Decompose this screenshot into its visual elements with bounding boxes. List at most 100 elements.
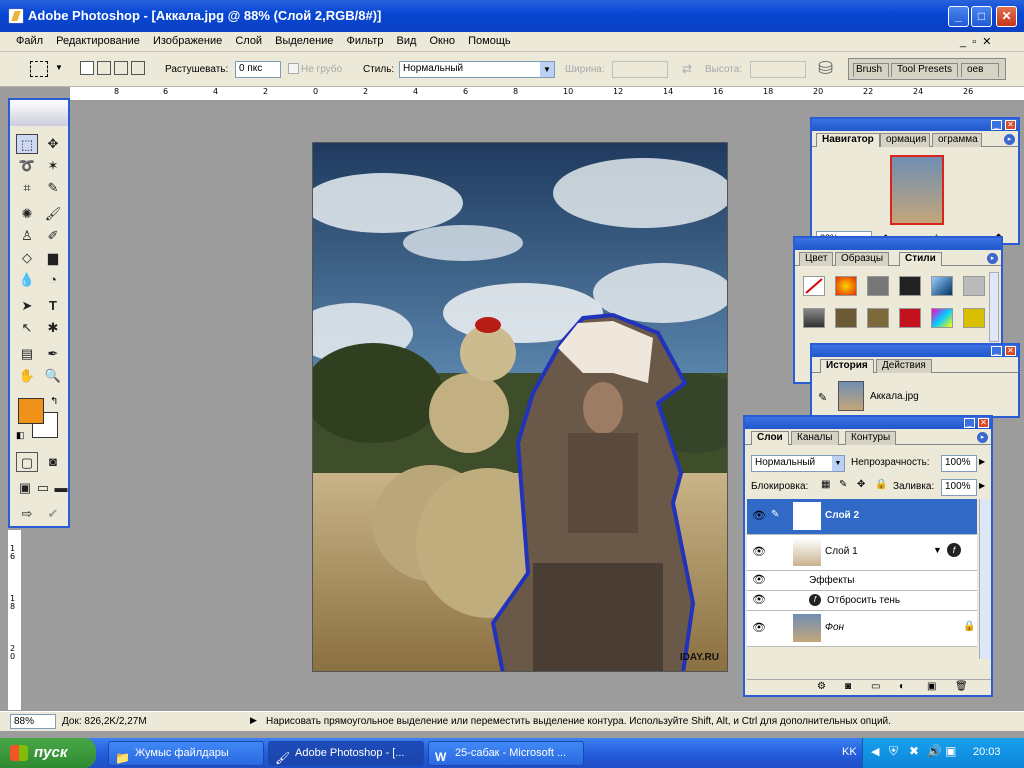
tab-layers[interactable]: Слои xyxy=(751,431,789,445)
custom-shape-tool-icon[interactable]: ✱ xyxy=(42,318,64,338)
tab-history[interactable]: История xyxy=(820,359,874,373)
menu-help[interactable]: Помощь xyxy=(463,32,516,50)
tab-styles[interactable]: Стили xyxy=(899,252,942,266)
lock-position-icon[interactable]: ✥ xyxy=(857,479,865,490)
trash-icon[interactable]: 🗑 xyxy=(955,681,968,692)
panel-menu-icon[interactable]: ▸ xyxy=(977,432,988,443)
new-group-icon[interactable]: ▭ xyxy=(871,681,880,692)
start-button[interactable]: пуск xyxy=(0,738,96,768)
panel-minimize-button[interactable]: _ xyxy=(964,418,975,428)
layers-scrollbar[interactable] xyxy=(979,499,991,659)
close-button[interactable]: ✕ xyxy=(996,6,1017,27)
swap-icon[interactable]: ⇄ xyxy=(682,62,692,76)
eye-icon[interactable]: 👁 xyxy=(751,593,767,609)
tab-info[interactable]: ормация xyxy=(880,133,930,147)
lock-transparency-icon[interactable]: ▦ xyxy=(821,479,830,490)
panel-close-button[interactable]: ✕ xyxy=(1005,346,1016,356)
style-swatch[interactable] xyxy=(835,308,857,328)
style-swatch[interactable] xyxy=(899,276,921,296)
opacity-slider-arrow-icon[interactable]: ▶ xyxy=(979,457,985,466)
style-swatch[interactable] xyxy=(963,308,985,328)
panel-minimize-button[interactable]: _ xyxy=(991,346,1002,356)
type-tool-icon[interactable]: T xyxy=(42,296,64,316)
taskbar-item-folder[interactable]: 📁 Жумыс файлдары xyxy=(108,741,264,766)
chevron-down-icon[interactable]: ▼ xyxy=(55,63,63,72)
doc-window-controls[interactable]: _ ▫ ✕ xyxy=(960,35,991,48)
panel-minimize-button[interactable]: _ xyxy=(991,120,1002,130)
style-swatch[interactable] xyxy=(835,276,857,296)
history-snapshot-name[interactable]: Аккала.jpg xyxy=(870,391,919,402)
adjustment-layer-icon[interactable]: ◐ xyxy=(899,681,905,692)
feather-input[interactable]: 0 пкс xyxy=(235,61,281,78)
screen-mode-full-icon[interactable]: ▬ xyxy=(50,478,72,498)
link-layers-icon[interactable]: ⚙ xyxy=(817,681,826,692)
clone-stamp-tool-icon[interactable]: ♙ xyxy=(16,226,38,246)
style-swatch[interactable] xyxy=(899,308,921,328)
status-zoom-input[interactable]: 88% xyxy=(10,714,56,729)
well-comps-tab[interactable]: оев xyxy=(961,63,999,77)
marquee-tool-preset-icon[interactable] xyxy=(30,61,48,77)
dodge-tool-icon[interactable]: ◔ xyxy=(42,270,64,290)
palette-well-icon[interactable]: ⛁ xyxy=(818,58,833,79)
volume-icon[interactable]: 🔊 xyxy=(927,744,942,758)
style-swatch[interactable] xyxy=(867,308,889,328)
opacity-input[interactable]: 100% xyxy=(941,455,977,472)
swap-colors-icon[interactable]: ↰ xyxy=(50,396,58,407)
language-indicator[interactable]: KK xyxy=(842,746,857,758)
document-canvas[interactable]: IDAY.RU xyxy=(312,142,728,672)
blur-tool-icon[interactable]: 💧 xyxy=(16,270,38,290)
panel-close-button[interactable]: ✕ xyxy=(978,418,989,428)
blend-mode-select[interactable]: Нормальный ▼ xyxy=(751,455,845,472)
jump-to-imageready-icon[interactable]: ⇨ xyxy=(16,504,38,524)
tab-histogram[interactable]: ограмма xyxy=(932,133,982,147)
tab-color[interactable]: Цвет xyxy=(799,252,834,266)
style-none[interactable] xyxy=(803,276,825,296)
default-colors-icon[interactable]: ◧ xyxy=(16,430,25,441)
tab-navigator[interactable]: Навигатор xyxy=(816,133,880,147)
style-swatch[interactable] xyxy=(931,308,953,328)
gradient-tool-icon[interactable]: ▆ xyxy=(42,248,64,268)
eye-icon[interactable]: 👁 xyxy=(751,509,767,525)
eraser-tool-icon[interactable]: ◇ xyxy=(16,248,38,268)
display-icon[interactable]: ▣ xyxy=(945,744,956,758)
style-swatch[interactable] xyxy=(867,276,889,296)
brush-tool-icon[interactable]: 🖌 xyxy=(42,204,64,224)
status-menu-arrow-icon[interactable]: ▶ xyxy=(250,715,257,726)
notes-tool-icon[interactable]: ▤ xyxy=(16,344,38,364)
network-icon[interactable]: ⛨ xyxy=(889,744,898,759)
move-tool-icon[interactable]: ✥ xyxy=(42,134,64,154)
effects-expand-icon[interactable]: ▼ xyxy=(933,545,942,555)
selection-mode-buttons[interactable] xyxy=(80,61,150,79)
clock[interactable]: 20:03 xyxy=(973,746,1001,758)
tab-paths[interactable]: Контуры xyxy=(845,431,897,445)
history-snapshot-thumbnail[interactable] xyxy=(838,381,864,411)
path-selection-tool-icon[interactable]: ➤ xyxy=(16,296,38,316)
layer-drop-shadow-row[interactable]: 👁 f Отбросить тень xyxy=(747,591,977,611)
rect-marquee-tool-icon[interactable]: ⬚ xyxy=(16,134,38,154)
taskbar-item-word[interactable]: W 25-сабак - Microsoft ... xyxy=(428,741,584,766)
layer-effects-row[interactable]: 👁 Эффекты xyxy=(747,571,977,591)
menu-filter[interactable]: Фильтр xyxy=(342,32,389,50)
menu-layer[interactable]: Слой xyxy=(230,32,267,50)
height-input[interactable] xyxy=(750,61,806,78)
menu-view[interactable]: Вид xyxy=(392,32,422,50)
add-mask-icon[interactable]: ◙ xyxy=(845,681,851,692)
lock-pixels-brush-icon[interactable]: ✎ xyxy=(839,479,847,490)
imageready-check-icon[interactable]: ✔ xyxy=(42,504,64,524)
tab-channels[interactable]: Каналы xyxy=(791,431,839,445)
lock-all-icon[interactable]: 🔒 xyxy=(875,479,887,490)
minimize-button[interactable]: _ xyxy=(948,6,969,27)
well-tool-presets-tab[interactable]: Tool Presets xyxy=(891,63,959,77)
maximize-button[interactable]: □ xyxy=(971,6,992,27)
slice-tool-icon[interactable]: ✎ xyxy=(42,178,64,198)
tray-expand-icon[interactable]: ◀ xyxy=(871,745,879,758)
fill-input[interactable]: 100% xyxy=(941,479,977,496)
eye-icon[interactable]: 👁 xyxy=(751,545,767,561)
well-brushes-tab[interactable]: Brush xyxy=(853,63,889,77)
panel-menu-icon[interactable]: ▸ xyxy=(1004,134,1015,145)
panel-close-button[interactable]: ✕ xyxy=(1005,120,1016,130)
antialias-checkbox[interactable] xyxy=(288,63,299,74)
menu-file[interactable]: Файл xyxy=(0,32,48,50)
style-swatch[interactable] xyxy=(963,276,985,296)
eyedropper-tool-icon[interactable]: ✒ xyxy=(42,344,64,364)
